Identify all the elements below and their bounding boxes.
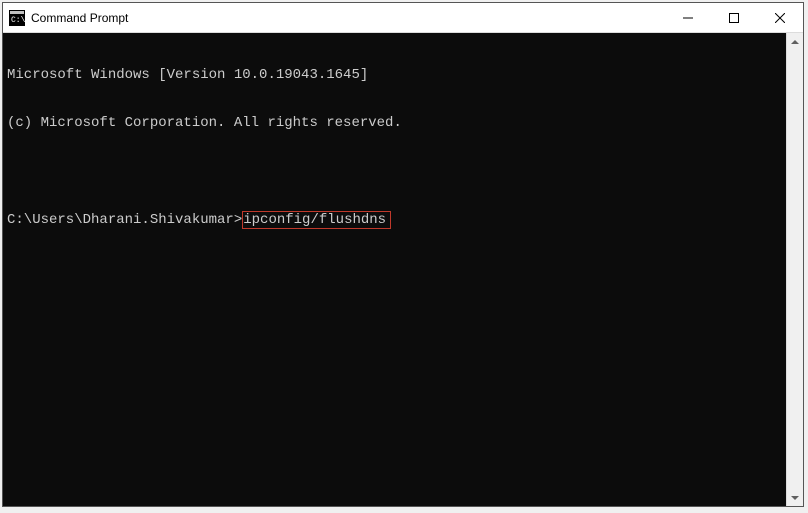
close-button[interactable] xyxy=(757,3,803,32)
terminal-area: Microsoft Windows [Version 10.0.19043.16… xyxy=(3,33,803,506)
command-prompt-window: C:\ Command Prompt Microsoft Windows [Ve… xyxy=(2,2,804,507)
output-line-version: Microsoft Windows [Version 10.0.19043.16… xyxy=(7,67,782,83)
vertical-scrollbar[interactable] xyxy=(786,33,803,506)
window-title: Command Prompt xyxy=(31,11,665,25)
terminal-output[interactable]: Microsoft Windows [Version 10.0.19043.16… xyxy=(3,33,786,506)
scroll-down-button[interactable] xyxy=(787,489,803,506)
output-line-copyright: (c) Microsoft Corporation. All rights re… xyxy=(7,115,782,131)
typed-command: ipconfig/flushdns xyxy=(243,212,386,228)
scroll-up-icon xyxy=(791,40,799,44)
window-controls xyxy=(665,3,803,32)
blank-line xyxy=(7,163,782,179)
minimize-icon xyxy=(683,13,693,23)
command-highlight-box: ipconfig/flushdns xyxy=(242,211,391,229)
close-icon xyxy=(775,13,785,23)
prompt-path: C:\Users\Dharani.Shivakumar> xyxy=(7,212,242,228)
svg-text:C:\: C:\ xyxy=(11,16,25,25)
scroll-down-icon xyxy=(791,496,799,500)
scroll-up-button[interactable] xyxy=(787,33,803,50)
minimize-button[interactable] xyxy=(665,3,711,32)
prompt-line: C:\Users\Dharani.Shivakumar>ipconfig/flu… xyxy=(7,211,782,229)
titlebar[interactable]: C:\ Command Prompt xyxy=(3,3,803,33)
cmd-icon: C:\ xyxy=(9,10,25,26)
maximize-button[interactable] xyxy=(711,3,757,32)
maximize-icon xyxy=(729,13,739,23)
